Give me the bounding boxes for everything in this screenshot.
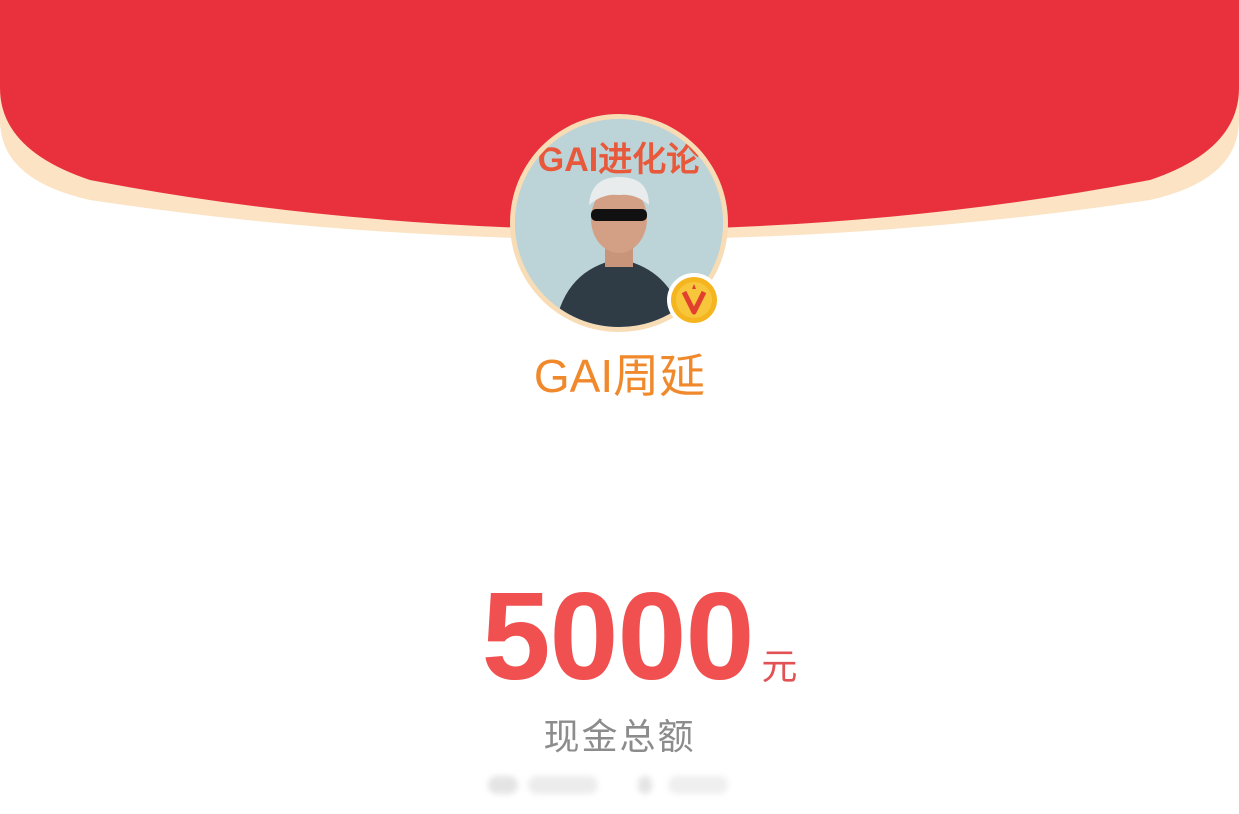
red-packet-page: GAI进化论 GAI周延 5000 元 现金总额: [0, 0, 1239, 814]
cover-title: GAI进化论: [538, 141, 701, 179]
reward-amount-row: 5000 元: [0, 572, 1239, 702]
currency-unit: 元: [761, 646, 798, 687]
amount-label: 现金总额: [543, 716, 696, 757]
sender-name: GAI周延: [533, 350, 706, 402]
reward-amount: 5000: [481, 568, 755, 706]
verified-v-icon: [667, 273, 721, 327]
blurred-caption-placeholder: [488, 776, 728, 794]
